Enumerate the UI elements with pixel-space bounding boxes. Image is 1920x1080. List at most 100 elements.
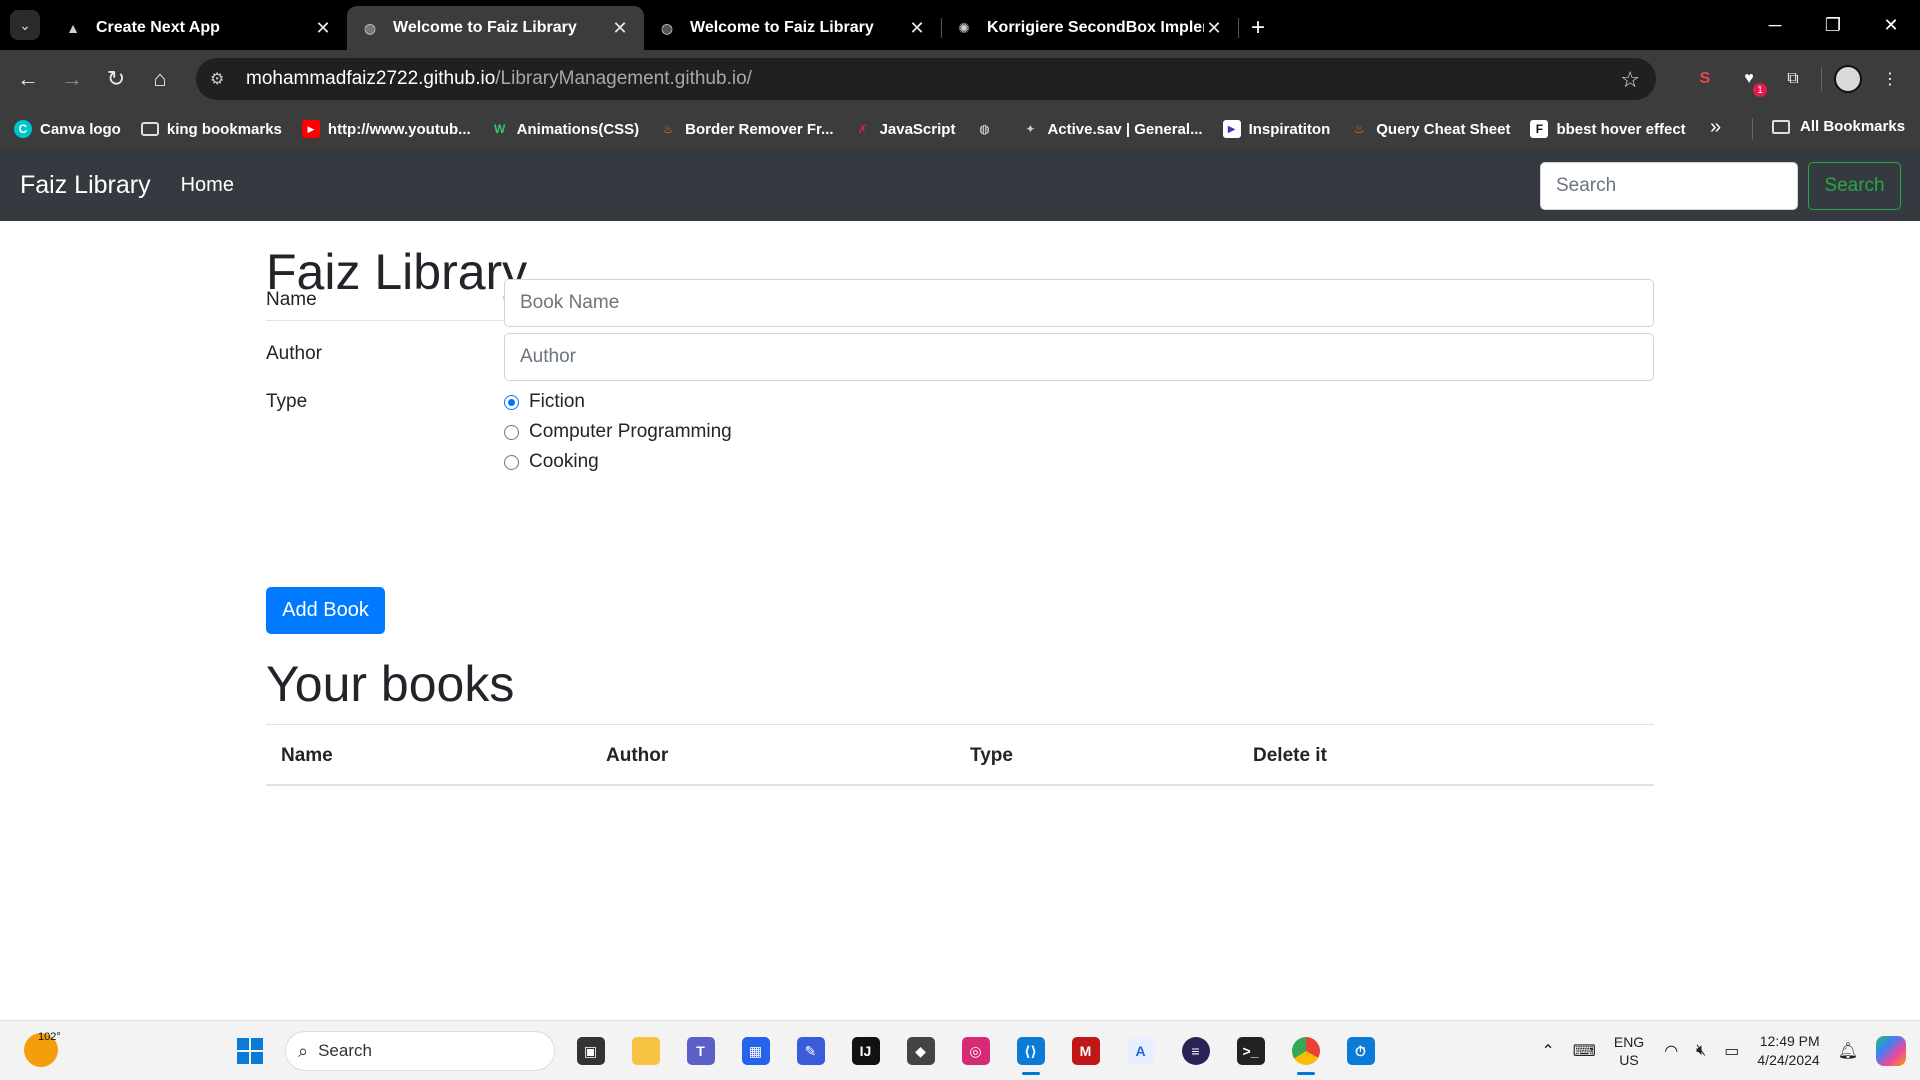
add-book-button[interactable]: Add Book bbox=[266, 587, 385, 634]
books-heading: Your books bbox=[266, 656, 515, 712]
radio-computer-programming[interactable]: Computer Programming bbox=[504, 421, 732, 443]
close-window-button[interactable]: ✕ bbox=[1862, 0, 1920, 50]
close-tab-icon[interactable]: ✕ bbox=[313, 18, 333, 39]
menu-kebab-icon[interactable]: ⋮ bbox=[1874, 63, 1906, 95]
start-button[interactable] bbox=[222, 1029, 277, 1073]
reload-button[interactable]: ↻ bbox=[94, 57, 138, 101]
cube-icon: ◆ bbox=[906, 1037, 935, 1065]
more-bookmarks-icon[interactable]: » bbox=[1710, 116, 1721, 139]
teams-icon: T bbox=[686, 1037, 715, 1065]
bookmark-canva-logo[interactable]: C Canva logo bbox=[14, 120, 121, 138]
clock[interactable]: 12:49 PM 4/24/2024 bbox=[1757, 1032, 1819, 1070]
unity-button[interactable]: ◆ bbox=[893, 1029, 948, 1073]
navbar-search-button[interactable]: Search bbox=[1808, 162, 1901, 210]
home-button[interactable]: ⌂ bbox=[138, 57, 182, 101]
bookmark-animations-css[interactable]: W Animations(CSS) bbox=[491, 120, 639, 138]
tab-faiz-library[interactable]: ◍ Welcome to Faiz Library ✕ bbox=[644, 6, 942, 50]
mcafee-button[interactable]: M bbox=[1058, 1029, 1113, 1073]
restore-button[interactable]: ❐ bbox=[1804, 0, 1862, 50]
mathpix-button[interactable]: ✎ bbox=[783, 1029, 838, 1073]
bookmark-label: Active.sav | General... bbox=[1047, 120, 1203, 138]
author-input[interactable] bbox=[504, 333, 1654, 381]
radio-button[interactable] bbox=[504, 454, 519, 470]
w-icon: W bbox=[493, 122, 506, 136]
book-name-input[interactable] bbox=[504, 279, 1654, 327]
timer-icon: ⏱ bbox=[1346, 1037, 1375, 1065]
f-icon: F bbox=[1530, 120, 1549, 138]
tab-faiz-library-active[interactable]: ◍ Welcome to Faiz Library ✕ bbox=[347, 6, 644, 50]
column-header-author: Author bbox=[606, 745, 669, 766]
taskbar-search-box[interactable]: ⌕ Search bbox=[285, 1031, 555, 1071]
radio-button[interactable] bbox=[504, 394, 519, 410]
teams-button[interactable]: T bbox=[673, 1029, 728, 1073]
bookmark-star-icon[interactable]: ☆ bbox=[1620, 67, 1640, 93]
close-tab-icon[interactable]: ✕ bbox=[907, 18, 927, 39]
bookmark-king-bookmarks[interactable]: king bookmarks bbox=[140, 121, 282, 138]
new-tab-button[interactable]: + bbox=[1238, 6, 1278, 50]
close-tab-icon[interactable]: ✕ bbox=[610, 18, 630, 39]
bookmark-bbest-hover[interactable]: Fbbest hover effect bbox=[1530, 120, 1686, 138]
navbar-search-input[interactable] bbox=[1540, 162, 1798, 210]
forward-button[interactable]: → bbox=[50, 57, 94, 101]
puzzle-extensions-icon[interactable]: ⧉ bbox=[1777, 63, 1809, 95]
tab-korrigiere[interactable]: ✺ Korrigiere SecondBox Impleme ✕ bbox=[941, 6, 1239, 50]
triangle-icon: ▲ bbox=[66, 20, 80, 36]
bookmark-border-remover[interactable]: ♨ Border Remover Fr... bbox=[659, 120, 834, 138]
radio-label: Cooking bbox=[529, 451, 599, 472]
all-bookmarks-button[interactable]: All Bookmarks bbox=[1772, 118, 1905, 135]
globe-icon: ◍ bbox=[363, 19, 377, 36]
tab-separator bbox=[1238, 18, 1239, 38]
globe-icon: ◍ bbox=[979, 122, 990, 136]
battery-icon[interactable]: ▭ bbox=[1724, 1041, 1739, 1061]
chevron-up-icon[interactable]: ⌃ bbox=[1541, 1041, 1554, 1061]
toolbar-divider bbox=[1821, 67, 1822, 91]
notification-bell-icon[interactable]: 🔔︎ bbox=[1838, 1041, 1858, 1061]
shield-icon: M bbox=[1071, 1037, 1100, 1065]
wifi-icon[interactable]: ◠ bbox=[1664, 1041, 1678, 1061]
instagram-button[interactable]: ◎ bbox=[948, 1029, 1003, 1073]
task-view-button[interactable]: ▣ bbox=[563, 1029, 618, 1073]
folder-icon bbox=[1772, 119, 1790, 134]
eclipse-button[interactable]: ≡ bbox=[1168, 1029, 1223, 1073]
vscode-button[interactable]: ⟨⟩ bbox=[1003, 1029, 1058, 1075]
store-button[interactable]: ▦ bbox=[728, 1029, 783, 1073]
back-button[interactable]: ← bbox=[6, 57, 50, 101]
bookmark-query-cheat-sheet[interactable]: ♨ Query Cheat Sheet bbox=[1350, 120, 1511, 138]
navbar-brand[interactable]: Faiz Library bbox=[20, 171, 151, 200]
terminal-button[interactable]: >_ bbox=[1223, 1029, 1278, 1073]
tab-search-button[interactable]: ⌄ bbox=[10, 10, 40, 40]
bookmark-label: JavaScript bbox=[879, 120, 956, 138]
site-settings-icon[interactable]: ⚙ bbox=[210, 69, 232, 89]
taskbar-apps: ⌕ Search ▣ T ▦ ✎ IJ ◆ ◎ ⟨⟩ M A ≡ >_ ⏱ bbox=[222, 1029, 1388, 1075]
bookmark-active-sav[interactable]: ✦ Active.sav | General... bbox=[1021, 120, 1202, 138]
profile-avatar[interactable] bbox=[1834, 65, 1862, 93]
extension-heart-icon[interactable]: ♥ 1 bbox=[1733, 63, 1767, 97]
radio-fiction[interactable]: Fiction bbox=[504, 391, 585, 413]
intellij-button[interactable]: IJ bbox=[838, 1029, 893, 1073]
close-tab-icon[interactable]: ✕ bbox=[1204, 18, 1224, 39]
search-icon: ⌕ bbox=[298, 1040, 309, 1061]
keyboard-icon[interactable]: ⌨ bbox=[1573, 1041, 1596, 1061]
nav-link-home[interactable]: Home bbox=[181, 174, 234, 197]
region-code: US bbox=[1619, 1052, 1639, 1068]
eclipse-icon: ≡ bbox=[1181, 1037, 1210, 1065]
bookmark-javascript[interactable]: ✗ JavaScript bbox=[854, 120, 956, 138]
radio-button[interactable] bbox=[504, 424, 519, 440]
tab-create-next-app[interactable]: ▲ Create Next App ✕ bbox=[50, 6, 348, 50]
file-explorer-button[interactable] bbox=[618, 1029, 673, 1073]
address-bar[interactable]: ⚙ mohammadfaiz2722.github.io/LibraryMana… bbox=[196, 58, 1656, 100]
s-extension-icon[interactable]: S bbox=[1689, 63, 1721, 95]
bookmark-inspiratiton[interactable]: ▶ Inspiratiton bbox=[1222, 120, 1330, 138]
minimize-button[interactable]: ─ bbox=[1746, 0, 1804, 50]
copilot-icon[interactable] bbox=[1876, 1036, 1906, 1066]
clock-app-button[interactable]: ⏱ bbox=[1333, 1029, 1388, 1073]
volume-muted-icon[interactable]: 🔇︎ bbox=[1696, 1042, 1706, 1060]
app-a-button[interactable]: A bbox=[1113, 1029, 1168, 1073]
chrome-button[interactable] bbox=[1278, 1029, 1333, 1075]
language-indicator[interactable]: ENG US bbox=[1614, 1033, 1644, 1069]
radio-cooking[interactable]: Cooking bbox=[504, 451, 599, 473]
tab-list: ▲ Create Next App ✕ ◍ Welcome to Faiz Li… bbox=[50, 6, 1278, 50]
bookmark-youtube[interactable]: ▶ http://www.youtub... bbox=[301, 120, 471, 138]
bookmark-globe[interactable]: ◍ bbox=[975, 120, 1001, 138]
cat-icon: ✦ bbox=[1025, 122, 1036, 136]
